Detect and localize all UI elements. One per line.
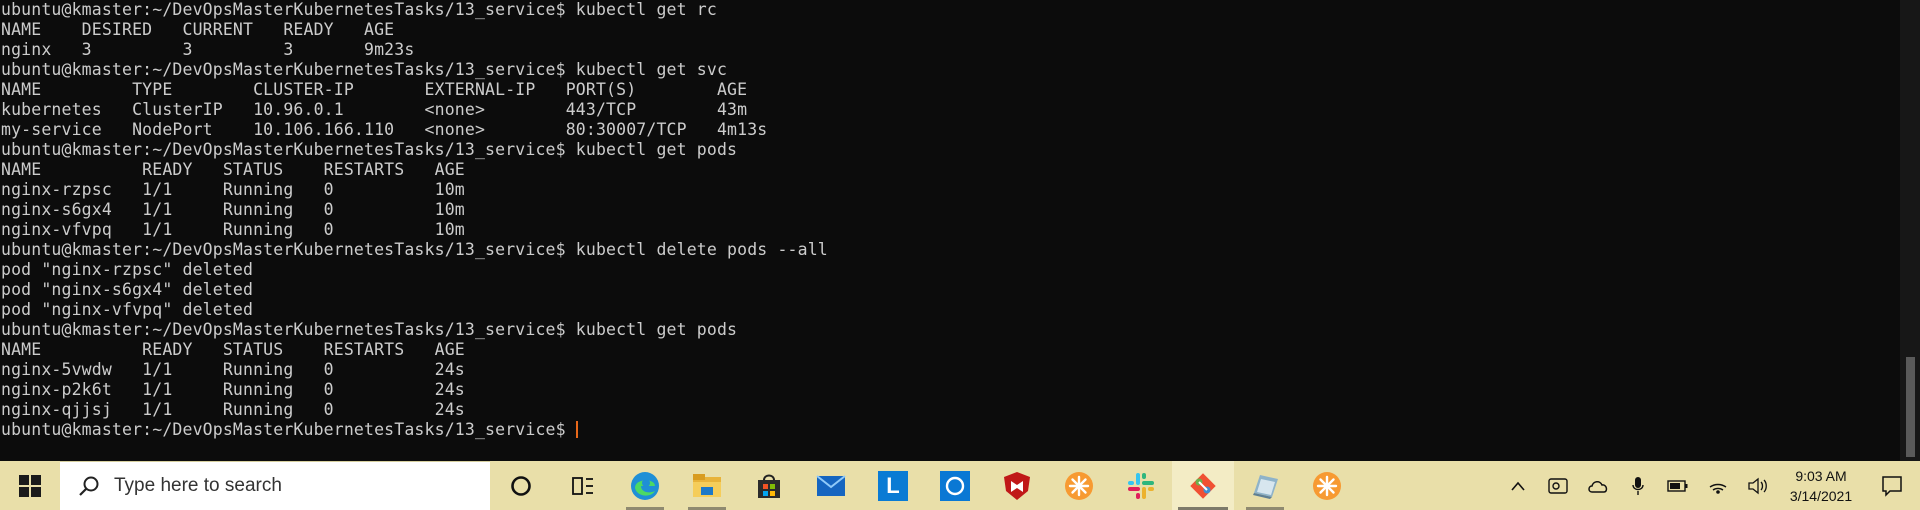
- mcafee-button[interactable]: [986, 461, 1048, 510]
- blue-app-button[interactable]: [924, 461, 986, 510]
- terminal-icon: [1253, 474, 1278, 499]
- cortana-icon: [511, 475, 531, 496]
- clock[interactable]: 9:03 AM 3/14/2021: [1778, 466, 1864, 506]
- l-app-icon: L: [878, 470, 908, 501]
- terminal-prompt: ubuntu@kmaster:~/DevOpsMasterKubernetesT…: [1, 420, 566, 439]
- cortana-button[interactable]: [490, 461, 552, 510]
- show-hidden-icons-button[interactable]: [1498, 461, 1538, 510]
- edge-icon: [631, 471, 659, 500]
- meet-now-button[interactable]: [1538, 461, 1578, 510]
- cloud-icon: [1588, 480, 1608, 493]
- terminal-line: ubuntu@kmaster:~/DevOpsMasterKubernetesT…: [1, 60, 728, 79]
- terminal-line: ubuntu@kmaster:~/DevOpsMasterKubernetesT…: [1, 140, 738, 159]
- terminal-prompt-line[interactable]: ubuntu@kmaster:~/DevOpsMasterKubernetesT…: [0, 420, 1900, 440]
- file-explorer-button[interactable]: [676, 461, 738, 510]
- volume-button[interactable]: [1738, 461, 1778, 510]
- terminal-line: NAME TYPE CLUSTER-IP EXTERNAL-IP PORT(S)…: [1, 80, 748, 99]
- start-button[interactable]: [0, 461, 60, 510]
- terminal-line: nginx-5vwdw 1/1 Running 0 24s: [1, 360, 465, 379]
- system-tray: 9:03 AM 3/14/2021: [1498, 461, 1920, 510]
- terminal-line: NAME DESIRED CURRENT READY AGE: [1, 20, 395, 39]
- network-button[interactable]: [1698, 461, 1738, 510]
- terminal-button[interactable]: [1234, 461, 1296, 510]
- terminal-output: ubuntu@kmaster:~/DevOpsMasterKubernetesT…: [0, 0, 1900, 420]
- speaker-icon: [1748, 477, 1767, 494]
- orange-flower-icon: [1313, 471, 1341, 500]
- terminal-line: nginx-qjjsj 1/1 Running 0 24s: [1, 400, 465, 419]
- chevron-up-icon: [1511, 481, 1525, 491]
- terminal-line: nginx-p2k6t 1/1 Running 0 24s: [1, 380, 465, 399]
- terminal-line: nginx-rzpsc 1/1 Running 0 10m: [1, 180, 465, 199]
- battery-button[interactable]: [1658, 461, 1698, 510]
- store-icon: [758, 474, 780, 498]
- microphone-button[interactable]: [1618, 461, 1658, 510]
- task-view-button[interactable]: [552, 461, 614, 510]
- terminal-line: NAME READY STATUS RESTARTS AGE: [1, 160, 465, 179]
- clock-date: 3/14/2021: [1789, 487, 1853, 504]
- terminal-line: my-service NodePort 10.106.166.110 <none…: [1, 120, 768, 139]
- clock-time: 9:03 AM: [1795, 467, 1847, 484]
- microsoft-store-button[interactable]: [738, 461, 800, 510]
- terminal-scrollbar[interactable]: [1900, 0, 1920, 461]
- slack-button[interactable]: [1110, 461, 1172, 510]
- notification-icon: [1882, 475, 1902, 497]
- terminal-line: nginx-vfvpq 1/1 Running 0 10m: [1, 220, 465, 239]
- terminal-line: ubuntu@kmaster:~/DevOpsMasterKubernetesT…: [1, 320, 738, 339]
- git-button[interactable]: [1172, 461, 1234, 510]
- taskbar-search-box[interactable]: Type here to search: [60, 461, 490, 510]
- terminal-line: kubernetes ClusterIP 10.96.0.1 <none> 44…: [1, 100, 748, 119]
- orange-app-button[interactable]: [1048, 461, 1110, 510]
- action-center-button[interactable]: [1864, 461, 1920, 510]
- orange-app-2-button[interactable]: [1296, 461, 1358, 510]
- git-icon: [1190, 472, 1216, 499]
- video-camera-icon: [1548, 477, 1568, 494]
- terminal-window[interactable]: ubuntu@kmaster:~/DevOpsMasterKubernetesT…: [0, 0, 1900, 461]
- search-icon: [79, 476, 99, 496]
- terminal-line: NAME READY STATUS RESTARTS AGE: [1, 340, 465, 359]
- battery-icon: [1667, 479, 1688, 492]
- wifi-icon: [1709, 483, 1727, 494]
- terminal-line: pod "nginx-s6gx4" deleted: [1, 280, 254, 299]
- taskbar: Type here to search L 9:03 AM 3/14/2021: [0, 461, 1920, 510]
- windows-logo-icon: [19, 474, 41, 497]
- terminal-line: ubuntu@kmaster:~/DevOpsMasterKubernetesT…: [1, 240, 828, 259]
- l-app-button[interactable]: L: [862, 461, 924, 510]
- folder-icon: [693, 473, 721, 497]
- orange-flower-icon: [1065, 471, 1093, 500]
- terminal-line: nginx-s6gx4 1/1 Running 0 10m: [1, 200, 465, 219]
- blue-square-icon: [940, 470, 970, 501]
- microphone-icon: [1632, 476, 1644, 495]
- mail-icon: [816, 474, 846, 496]
- terminal-line: pod "nginx-vfvpq" deleted: [1, 300, 254, 319]
- task-view-icon: [572, 476, 593, 495]
- shield-icon: [1004, 471, 1030, 500]
- terminal-line: ubuntu@kmaster:~/DevOpsMasterKubernetesT…: [1, 0, 717, 19]
- edge-button[interactable]: [614, 461, 676, 510]
- mail-button[interactable]: [800, 461, 862, 510]
- onedrive-button[interactable]: [1578, 461, 1618, 510]
- scrollbar-thumb[interactable]: [1906, 357, 1915, 457]
- terminal-line: pod "nginx-rzpsc" deleted: [1, 260, 254, 279]
- terminal-line: nginx 3 3 3 9m23s: [1, 40, 415, 59]
- search-placeholder[interactable]: Type here to search: [114, 475, 282, 497]
- text-cursor: [575, 421, 578, 438]
- slack-icon: [1128, 472, 1154, 499]
